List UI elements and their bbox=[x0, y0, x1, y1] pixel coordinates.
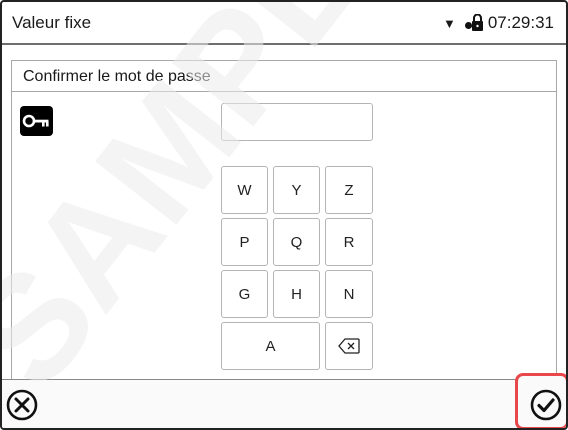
lock-icon bbox=[464, 14, 483, 31]
backspace-icon bbox=[338, 338, 360, 354]
key-w[interactable]: W bbox=[221, 166, 268, 214]
cancel-circle-icon[interactable] bbox=[6, 389, 38, 421]
confirm-highlight bbox=[515, 373, 566, 428]
key-r[interactable]: R bbox=[325, 218, 373, 266]
password-input[interactable] bbox=[221, 103, 373, 141]
key-z[interactable]: Z bbox=[325, 166, 373, 214]
backspace-button[interactable] bbox=[325, 322, 373, 370]
key-a[interactable]: A bbox=[221, 322, 320, 370]
key-g[interactable]: G bbox=[221, 270, 268, 318]
title-bar: Valeur fixe ▼ 07:29:31 bbox=[2, 2, 566, 45]
bottom-bar bbox=[2, 379, 566, 428]
key-h[interactable]: H bbox=[273, 270, 320, 318]
key-p[interactable]: P bbox=[221, 218, 268, 266]
clock: 07:29:31 bbox=[487, 13, 554, 32]
key-q[interactable]: Q bbox=[273, 218, 320, 266]
key-icon bbox=[20, 106, 53, 136]
dialog-header: Confirmer le mot de passe bbox=[12, 61, 556, 92]
window: Valeur fixe ▼ 07:29:31 Confirmer le mot … bbox=[0, 0, 568, 430]
caret-down-icon[interactable]: ▼ bbox=[443, 16, 456, 31]
screen-title: Valeur fixe bbox=[12, 13, 92, 32]
dialog-title: Confirmer le mot de passe bbox=[23, 68, 211, 85]
key-n[interactable]: N bbox=[325, 270, 373, 318]
key-y[interactable]: Y bbox=[273, 166, 320, 214]
status-area: ▼ 07:29:31 bbox=[443, 13, 554, 33]
confirm-check-icon[interactable] bbox=[530, 389, 562, 421]
